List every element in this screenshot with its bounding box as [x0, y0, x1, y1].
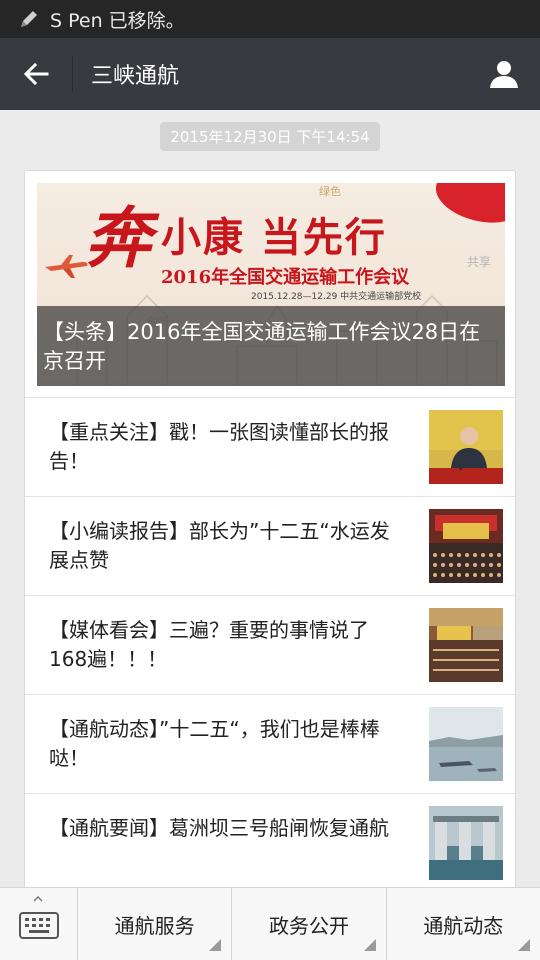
menu-item-service[interactable]: 通航服务 [78, 888, 233, 960]
submenu-indicator-icon [209, 939, 222, 951]
menu-item-government[interactable]: 政务公开 [232, 888, 387, 960]
article-title: 【通航动态】”十二五“，我们也是棒棒哒！ [49, 717, 380, 770]
article-item[interactable]: 【通航动态】”十二五“，我们也是棒棒哒！ [25, 694, 515, 793]
back-button[interactable] [0, 38, 72, 110]
bottom-menu-bar: 通航服务 政务公开 通航动态 [0, 887, 540, 960]
article-thumbnail [429, 707, 503, 781]
nav-divider [72, 56, 73, 92]
keyboard-icon [18, 911, 59, 939]
submenu-indicator-icon [363, 939, 376, 951]
banner-run-character: 奔 [85, 199, 151, 277]
keyboard-toggle-button[interactable] [0, 888, 78, 960]
message-timestamp: 2015年12月30日 下午14:54 [0, 122, 540, 151]
article-card: 奔 小康 当先行 2016年全国交通运输工作会议 2015.12.28—12.2… [24, 170, 516, 890]
menu-item-label: 通航服务 [114, 914, 195, 938]
headline-title: 【头条】2016年全国交通运输工作会议28日在京召开 [37, 306, 505, 386]
nav-bar: 三峡通航 [0, 38, 540, 110]
menu-item-news[interactable]: 通航动态 [387, 888, 540, 960]
chevron-up-icon [33, 896, 43, 902]
banner-deco-right: 共享 [466, 255, 491, 269]
submenu-indicator-icon [517, 939, 530, 951]
back-arrow-icon [23, 62, 49, 86]
article-title: 【通航要闻】葛洲坝三号船闸恢复通航 [49, 816, 389, 840]
profile-button[interactable] [468, 38, 540, 110]
headline-article[interactable]: 奔 小康 当先行 2016年全国交通运输工作会议 2015.12.28—12.2… [37, 183, 505, 386]
article-item[interactable]: 【通航要闻】葛洲坝三号船闸恢复通航 [25, 793, 515, 889]
article-item[interactable]: 【重点关注】戳！一张图读懂部长的报告！ [25, 397, 515, 496]
page-title: 三峡通航 [91, 64, 180, 89]
menu-item-label: 政务公开 [268, 914, 349, 938]
status-text: S Pen 已移除。 [50, 9, 185, 32]
person-icon [490, 61, 518, 88]
article-thumbnail [429, 410, 503, 484]
article-item[interactable]: 【小编读报告】部长为”十二五“水运发展点赞 [25, 496, 515, 595]
banner-deco-top: 绿色 [319, 185, 341, 198]
menu-item-label: 通航动态 [423, 914, 504, 938]
article-thumbnail [429, 806, 503, 880]
banner-slogan: 小康 当先行 [161, 214, 387, 261]
article-title: 【媒体看会】三遍？重要的事情说了168遍！！！ [49, 618, 369, 671]
pen-icon [21, 11, 37, 27]
status-bar: S Pen 已移除。 [0, 0, 540, 38]
timestamp-text: 2015年12月30日 下午14:54 [160, 122, 380, 151]
article-thumbnail [429, 509, 503, 583]
article-title: 【重点关注】戳！一张图读懂部长的报告！ [49, 420, 389, 473]
article-title: 【小编读报告】部长为”十二五“水运发展点赞 [49, 519, 390, 572]
article-item[interactable]: 【媒体看会】三遍？重要的事情说了168遍！！！ [25, 595, 515, 694]
article-thumbnail [429, 608, 503, 682]
banner-red-flag [430, 183, 505, 232]
